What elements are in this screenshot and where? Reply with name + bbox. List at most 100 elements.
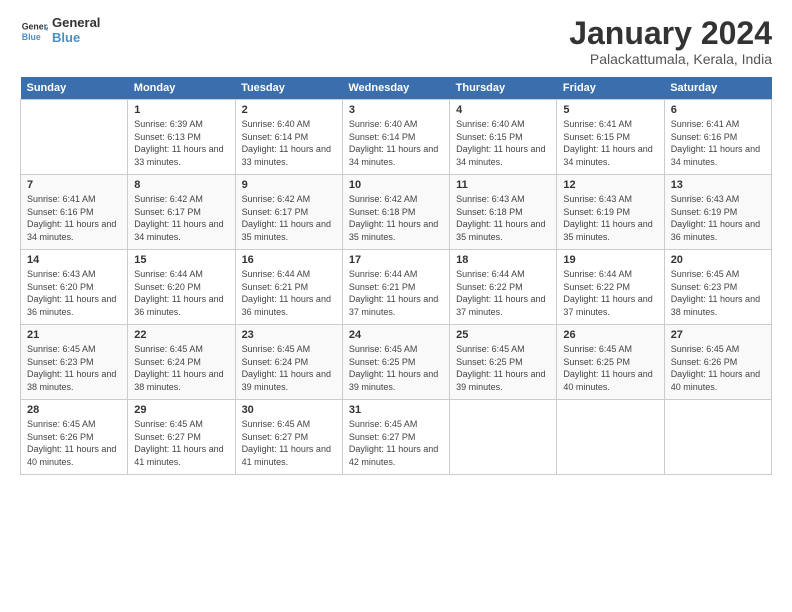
weekday-header: Friday bbox=[557, 77, 664, 100]
calendar-cell: 23 Sunrise: 6:45 AMSunset: 6:24 PMDayligh… bbox=[235, 325, 342, 400]
calendar-cell: 7 Sunrise: 6:41 AMSunset: 6:16 PMDaylight… bbox=[21, 175, 128, 250]
day-number: 9 bbox=[242, 179, 336, 191]
day-number: 10 bbox=[349, 179, 443, 191]
day-number: 1 bbox=[134, 104, 228, 116]
day-number: 27 bbox=[671, 329, 765, 341]
calendar-cell bbox=[450, 400, 557, 475]
day-number: 13 bbox=[671, 179, 765, 191]
day-info: Sunrise: 6:42 AMSunset: 6:18 PMDaylight:… bbox=[349, 193, 443, 243]
calendar-cell: 1 Sunrise: 6:39 AMSunset: 6:13 PMDaylight… bbox=[128, 100, 235, 175]
calendar-cell: 29 Sunrise: 6:45 AMSunset: 6:27 PMDayligh… bbox=[128, 400, 235, 475]
day-info: Sunrise: 6:41 AMSunset: 6:16 PMDaylight:… bbox=[671, 118, 765, 168]
day-number: 18 bbox=[456, 254, 550, 266]
weekday-header: Monday bbox=[128, 77, 235, 100]
day-number: 12 bbox=[563, 179, 657, 191]
svg-text:Blue: Blue bbox=[22, 32, 41, 42]
day-info: Sunrise: 6:45 AMSunset: 6:26 PMDaylight:… bbox=[671, 343, 765, 393]
day-number: 11 bbox=[456, 179, 550, 191]
day-info: Sunrise: 6:44 AMSunset: 6:21 PMDaylight:… bbox=[242, 268, 336, 318]
calendar-week-row: 21 Sunrise: 6:45 AMSunset: 6:23 PMDayligh… bbox=[21, 325, 772, 400]
calendar-cell: 19Sunrise: 6:44 AMSunset: 6:22 PMDayligh… bbox=[557, 250, 664, 325]
day-info: Sunrise: 6:43 AMSunset: 6:19 PMDaylight:… bbox=[563, 193, 657, 243]
calendar-cell: 3Sunrise: 6:40 AMSunset: 6:14 PMDaylight… bbox=[342, 100, 449, 175]
day-info: Sunrise: 6:43 AMSunset: 6:20 PMDaylight:… bbox=[27, 268, 121, 318]
calendar-cell: 14 Sunrise: 6:43 AMSunset: 6:20 PMDayligh… bbox=[21, 250, 128, 325]
page-subtitle: Palackattumala, Kerala, India bbox=[569, 51, 772, 67]
calendar-cell: 4Sunrise: 6:40 AMSunset: 6:15 PMDaylight… bbox=[450, 100, 557, 175]
calendar-cell: 6Sunrise: 6:41 AMSunset: 6:16 PMDaylight… bbox=[664, 100, 771, 175]
calendar-cell: 30 Sunrise: 6:45 AMSunset: 6:27 PMDayligh… bbox=[235, 400, 342, 475]
calendar-week-row: 14 Sunrise: 6:43 AMSunset: 6:20 PMDayligh… bbox=[21, 250, 772, 325]
day-number: 31 bbox=[349, 404, 443, 416]
logo-text-line1: General bbox=[52, 16, 100, 31]
weekday-header: Thursday bbox=[450, 77, 557, 100]
calendar-cell: 31 Sunrise: 6:45 AMSunset: 6:27 PMDayligh… bbox=[342, 400, 449, 475]
day-number: 22 bbox=[134, 329, 228, 341]
header: General Blue General Blue January 2024 P… bbox=[20, 16, 772, 67]
calendar-cell: 27 Sunrise: 6:45 AMSunset: 6:26 PMDayligh… bbox=[664, 325, 771, 400]
logo: General Blue General Blue bbox=[20, 16, 100, 46]
day-number: 16 bbox=[242, 254, 336, 266]
day-number: 4 bbox=[456, 104, 550, 116]
day-number: 30 bbox=[242, 404, 336, 416]
calendar-cell: 2Sunrise: 6:40 AMSunset: 6:14 PMDaylight… bbox=[235, 100, 342, 175]
calendar-cell: 24 Sunrise: 6:45 AMSunset: 6:25 PMDayligh… bbox=[342, 325, 449, 400]
day-number: 24 bbox=[349, 329, 443, 341]
day-number: 3 bbox=[349, 104, 443, 116]
day-number: 29 bbox=[134, 404, 228, 416]
calendar-cell: 17Sunrise: 6:44 AMSunset: 6:21 PMDayligh… bbox=[342, 250, 449, 325]
day-number: 23 bbox=[242, 329, 336, 341]
weekday-header: Sunday bbox=[21, 77, 128, 100]
calendar-cell: 18 Sunrise: 6:44 AMSunset: 6:22 PMDayligh… bbox=[450, 250, 557, 325]
calendar-cell: 13 Sunrise: 6:43 AMSunset: 6:19 PMDayligh… bbox=[664, 175, 771, 250]
day-info: Sunrise: 6:41 AMSunset: 6:16 PMDaylight:… bbox=[27, 193, 121, 243]
calendar-cell bbox=[21, 100, 128, 175]
day-number: 14 bbox=[27, 254, 121, 266]
calendar-week-row: 1 Sunrise: 6:39 AMSunset: 6:13 PMDaylight… bbox=[21, 100, 772, 175]
day-number: 28 bbox=[27, 404, 121, 416]
day-number: 21 bbox=[27, 329, 121, 341]
day-info: Sunrise: 6:45 AMSunset: 6:24 PMDaylight:… bbox=[242, 343, 336, 393]
day-number: 15 bbox=[134, 254, 228, 266]
day-number: 7 bbox=[27, 179, 121, 191]
day-info: Sunrise: 6:42 AMSunset: 6:17 PMDaylight:… bbox=[134, 193, 228, 243]
day-info: Sunrise: 6:45 AMSunset: 6:27 PMDaylight:… bbox=[349, 418, 443, 468]
day-number: 20 bbox=[671, 254, 765, 266]
day-number: 19 bbox=[563, 254, 657, 266]
day-info: Sunrise: 6:45 AMSunset: 6:27 PMDaylight:… bbox=[134, 418, 228, 468]
day-info: Sunrise: 6:45 AMSunset: 6:24 PMDaylight:… bbox=[134, 343, 228, 393]
day-info: Sunrise: 6:44 AMSunset: 6:20 PMDaylight:… bbox=[134, 268, 228, 318]
day-info: Sunrise: 6:45 AMSunset: 6:25 PMDaylight:… bbox=[563, 343, 657, 393]
calendar-cell: 20Sunrise: 6:45 AMSunset: 6:23 PMDayligh… bbox=[664, 250, 771, 325]
svg-text:General: General bbox=[22, 21, 48, 31]
calendar-table: SundayMondayTuesdayWednesdayThursdayFrid… bbox=[20, 77, 772, 475]
title-area: January 2024 Palackattumala, Kerala, Ind… bbox=[569, 16, 772, 67]
day-info: Sunrise: 6:39 AMSunset: 6:13 PMDaylight:… bbox=[134, 118, 228, 168]
calendar-header-row: SundayMondayTuesdayWednesdayThursdayFrid… bbox=[21, 77, 772, 100]
day-info: Sunrise: 6:42 AMSunset: 6:17 PMDaylight:… bbox=[242, 193, 336, 243]
calendar-cell: 22 Sunrise: 6:45 AMSunset: 6:24 PMDayligh… bbox=[128, 325, 235, 400]
day-info: Sunrise: 6:44 AMSunset: 6:21 PMDaylight:… bbox=[349, 268, 443, 318]
calendar-cell: 5 Sunrise: 6:41 AMSunset: 6:15 PMDaylight… bbox=[557, 100, 664, 175]
day-info: Sunrise: 6:45 AMSunset: 6:26 PMDaylight:… bbox=[27, 418, 121, 468]
calendar-cell: 12 Sunrise: 6:43 AMSunset: 6:19 PMDayligh… bbox=[557, 175, 664, 250]
day-number: 8 bbox=[134, 179, 228, 191]
calendar-cell: 25Sunrise: 6:45 AMSunset: 6:25 PMDayligh… bbox=[450, 325, 557, 400]
day-number: 25 bbox=[456, 329, 550, 341]
day-info: Sunrise: 6:41 AMSunset: 6:15 PMDaylight:… bbox=[563, 118, 657, 168]
day-info: Sunrise: 6:45 AMSunset: 6:25 PMDaylight:… bbox=[349, 343, 443, 393]
calendar-cell: 15 Sunrise: 6:44 AMSunset: 6:20 PMDayligh… bbox=[128, 250, 235, 325]
calendar-cell: 10 Sunrise: 6:42 AMSunset: 6:18 PMDayligh… bbox=[342, 175, 449, 250]
day-info: Sunrise: 6:44 AMSunset: 6:22 PMDaylight:… bbox=[456, 268, 550, 318]
day-info: Sunrise: 6:45 AMSunset: 6:27 PMDaylight:… bbox=[242, 418, 336, 468]
page-container: General Blue General Blue January 2024 P… bbox=[0, 0, 792, 485]
calendar-cell: 8 Sunrise: 6:42 AMSunset: 6:17 PMDaylight… bbox=[128, 175, 235, 250]
day-info: Sunrise: 6:45 AMSunset: 6:23 PMDaylight:… bbox=[27, 343, 121, 393]
calendar-cell: 16 Sunrise: 6:44 AMSunset: 6:21 PMDayligh… bbox=[235, 250, 342, 325]
day-info: Sunrise: 6:43 AMSunset: 6:19 PMDaylight:… bbox=[671, 193, 765, 243]
day-number: 5 bbox=[563, 104, 657, 116]
weekday-header: Saturday bbox=[664, 77, 771, 100]
day-info: Sunrise: 6:40 AMSunset: 6:14 PMDaylight:… bbox=[242, 118, 336, 168]
weekday-header: Tuesday bbox=[235, 77, 342, 100]
logo-text-line2: Blue bbox=[52, 31, 100, 46]
